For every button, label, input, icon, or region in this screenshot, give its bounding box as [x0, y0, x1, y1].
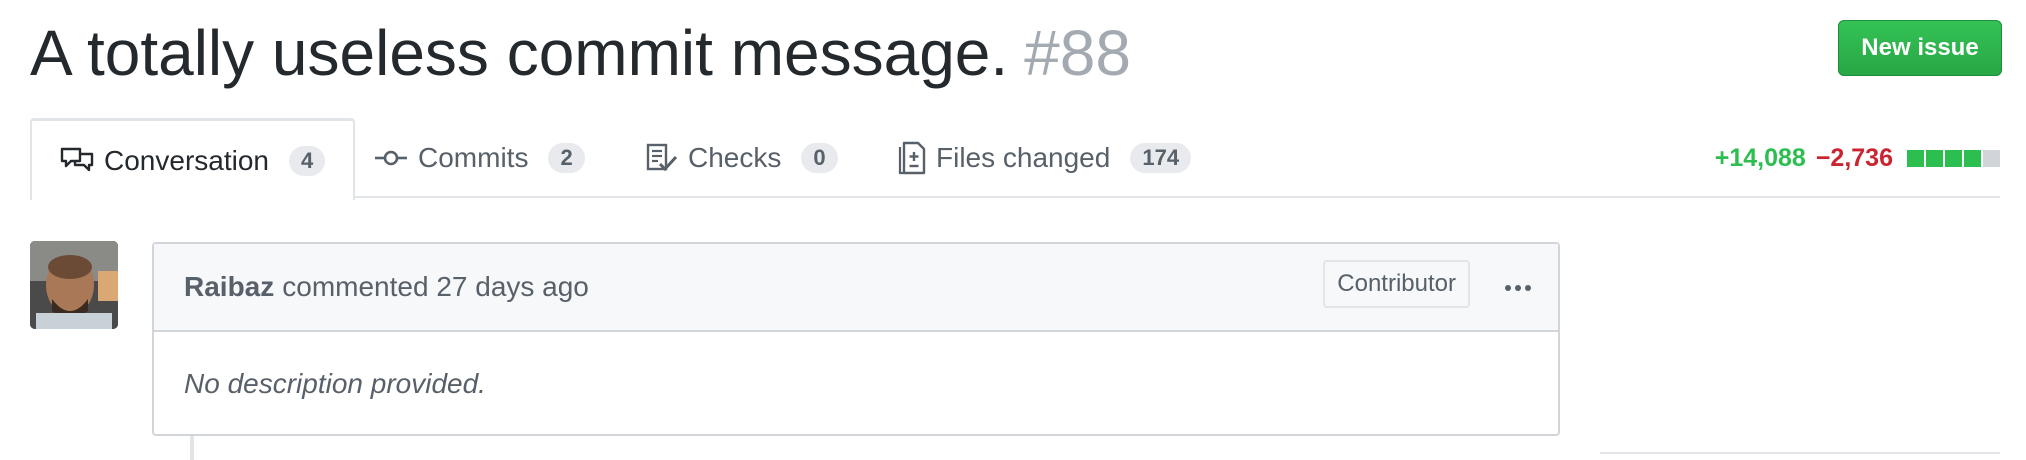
comment-timestamp[interactable]: commented 27 days ago: [282, 271, 589, 303]
sidebar-divider: [1600, 452, 2000, 454]
diffstat-deletions: −2,736: [1815, 143, 1893, 172]
page-title: A totally useless commit message. #88: [30, 8, 1131, 98]
diffstat-block: [1907, 149, 1924, 167]
comment-body: No description provided.: [184, 368, 486, 399]
tab-files-changed-label: Files changed: [936, 142, 1111, 173]
conversation-icon: [60, 146, 94, 176]
diffstat-block: [1926, 149, 1943, 167]
diffstat-block: [1945, 149, 1962, 167]
kebab-menu-icon[interactable]: [1504, 274, 1532, 302]
contributor-badge: Contributor: [1323, 260, 1470, 308]
tab-commits[interactable]: Commits 2: [374, 118, 585, 198]
commit-icon: [374, 147, 408, 169]
tab-files-changed-count: 174: [1130, 143, 1192, 173]
file-diff-icon: [898, 141, 926, 175]
comment-header: Raibaz commented 27 days ago Contributor: [154, 244, 1558, 332]
comment-box: Raibaz commented 27 days ago Contributor…: [152, 242, 1560, 436]
tab-checks-label: Checks: [688, 142, 782, 173]
pr-tabs: Conversation 4 Commits 2 Checks 0 Files …: [30, 118, 2000, 200]
checklist-icon: [646, 143, 678, 173]
timeline-line: [190, 436, 194, 460]
tab-files-changed[interactable]: Files changed 174: [898, 118, 1192, 198]
tab-checks-count: 0: [801, 143, 838, 173]
tab-commits-label: Commits: [418, 142, 529, 173]
diffstat-block: [1983, 149, 2000, 167]
tab-conversation-count: 4: [288, 145, 326, 176]
pull-request-page: A totally useless commit message. #88 Ne…: [0, 0, 2026, 460]
avatar-image: [30, 241, 118, 329]
avatar[interactable]: [30, 241, 118, 329]
tab-conversation-label: Conversation: [104, 144, 269, 176]
diffstat-bar: [1907, 149, 2000, 167]
pr-title-text: A totally useless commit message.: [30, 17, 1009, 89]
diffstat-additions: +14,088: [1714, 143, 1806, 172]
tab-commits-count: 2: [548, 143, 585, 173]
tab-conversation[interactable]: Conversation 4: [30, 118, 356, 200]
diffstat: +14,088 −2,736: [1715, 118, 2000, 198]
diffstat-block: [1964, 149, 1981, 167]
tab-checks[interactable]: Checks 0: [646, 118, 838, 198]
new-issue-button[interactable]: New issue: [1838, 20, 2002, 76]
pr-number: #88: [1024, 17, 1131, 89]
comment-author[interactable]: Raibaz: [184, 271, 274, 303]
